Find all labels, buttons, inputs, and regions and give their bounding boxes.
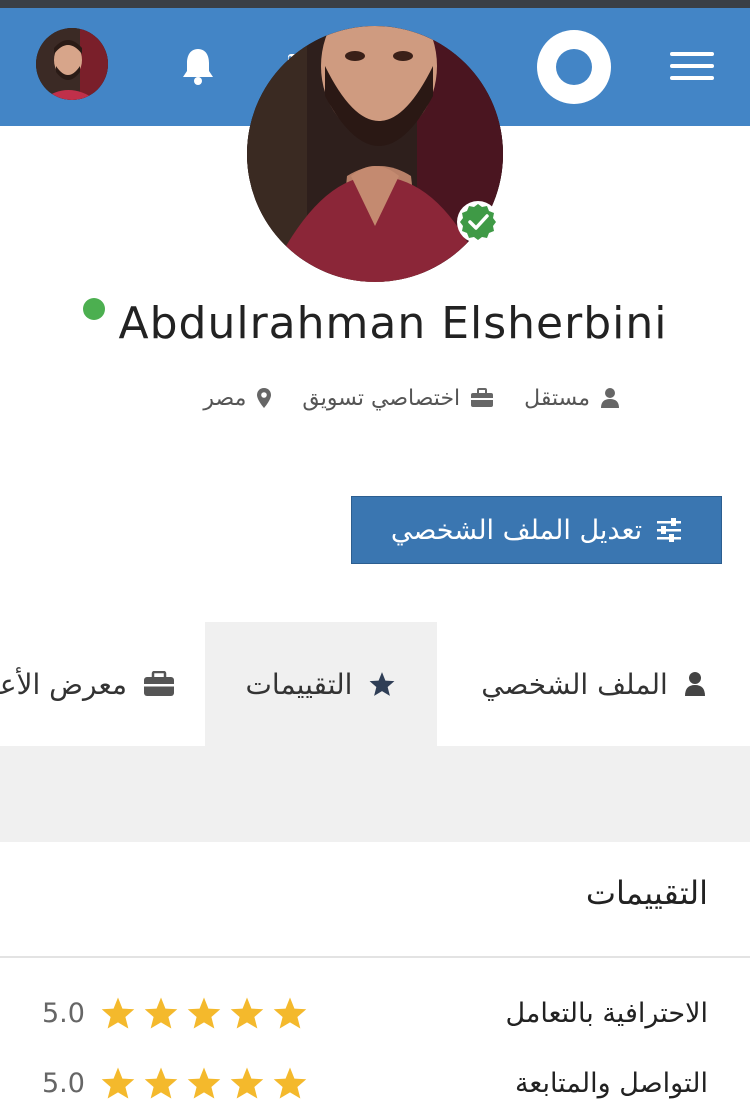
online-status-indicator <box>82 298 105 320</box>
status-strip <box>0 0 750 8</box>
star-icon <box>101 997 135 1029</box>
ratings-title: التقييمات <box>585 874 708 912</box>
meta-title-text: اختصاصي تسويق <box>302 385 461 411</box>
rating-stars <box>100 996 315 1030</box>
star-icon <box>370 672 395 696</box>
briefcase-icon <box>471 388 494 407</box>
rating-score: 5.0 <box>42 998 85 1029</box>
edit-profile-label: تعديل الملف الشخصي <box>390 514 643 546</box>
map-marker-icon <box>257 388 272 408</box>
tab-portfolio-label: معرض الأعمال <box>0 667 127 701</box>
meta-location: مصر <box>203 386 272 411</box>
avatar-image <box>36 28 108 100</box>
star-icon <box>101 1067 135 1099</box>
rating-row: التواصل والمتابعة 5.0 <box>0 1060 750 1104</box>
rating-label: التواصل والمتابعة <box>514 1068 708 1099</box>
star-icon <box>144 1067 178 1099</box>
rating-row: الاحترافية بالتعامل 5.0 <box>0 990 750 1050</box>
meta-role: مستقل <box>524 386 620 411</box>
profile-tabs: الملف الشخصي التقييمات معرض الأعمال <box>0 622 750 746</box>
star-icon <box>273 1067 307 1099</box>
star-icon <box>187 1067 221 1099</box>
tab-portfolio[interactable]: معرض الأعمال <box>0 622 205 746</box>
briefcase-icon <box>144 671 174 696</box>
profile-meta: مستقل اختصاصي تسويق مصر <box>140 378 620 418</box>
rating-score: 5.0 <box>42 1068 85 1099</box>
meta-role-text: مستقل <box>524 385 590 411</box>
logo[interactable] <box>537 30 611 104</box>
star-icon <box>187 997 221 1029</box>
hamburger-menu-icon[interactable] <box>670 52 714 82</box>
tab-ratings[interactable]: التقييمات <box>205 622 437 746</box>
tab-ratings-label: التقييمات <box>245 667 353 701</box>
star-icon <box>273 997 307 1029</box>
star-icon <box>144 997 178 1029</box>
user-icon <box>684 672 705 696</box>
divider <box>0 956 750 958</box>
tab-content-header <box>0 746 750 842</box>
profile-name: Abdulrahman Elsherbini <box>118 298 668 349</box>
tab-profile[interactable]: الملف الشخصي <box>437 622 750 746</box>
star-icon <box>230 997 264 1029</box>
sliders-icon <box>657 518 682 542</box>
edit-profile-button[interactable]: تعديل الملف الشخصي <box>351 496 722 564</box>
user-icon <box>601 388 619 408</box>
rating-label: الاحترافية بالتعامل <box>505 998 708 1029</box>
rating-stars <box>100 1066 315 1100</box>
star-icon <box>230 1067 264 1099</box>
meta-location-text: مصر <box>203 385 247 411</box>
bell-icon[interactable] <box>180 46 216 86</box>
user-avatar[interactable] <box>36 28 108 100</box>
tab-profile-label: الملف الشخصي <box>481 667 668 701</box>
verified-badge-icon <box>456 200 500 244</box>
profile-name-row: Abdulrahman Elsherbini <box>0 298 750 358</box>
meta-title: اختصاصي تسويق <box>302 386 494 411</box>
